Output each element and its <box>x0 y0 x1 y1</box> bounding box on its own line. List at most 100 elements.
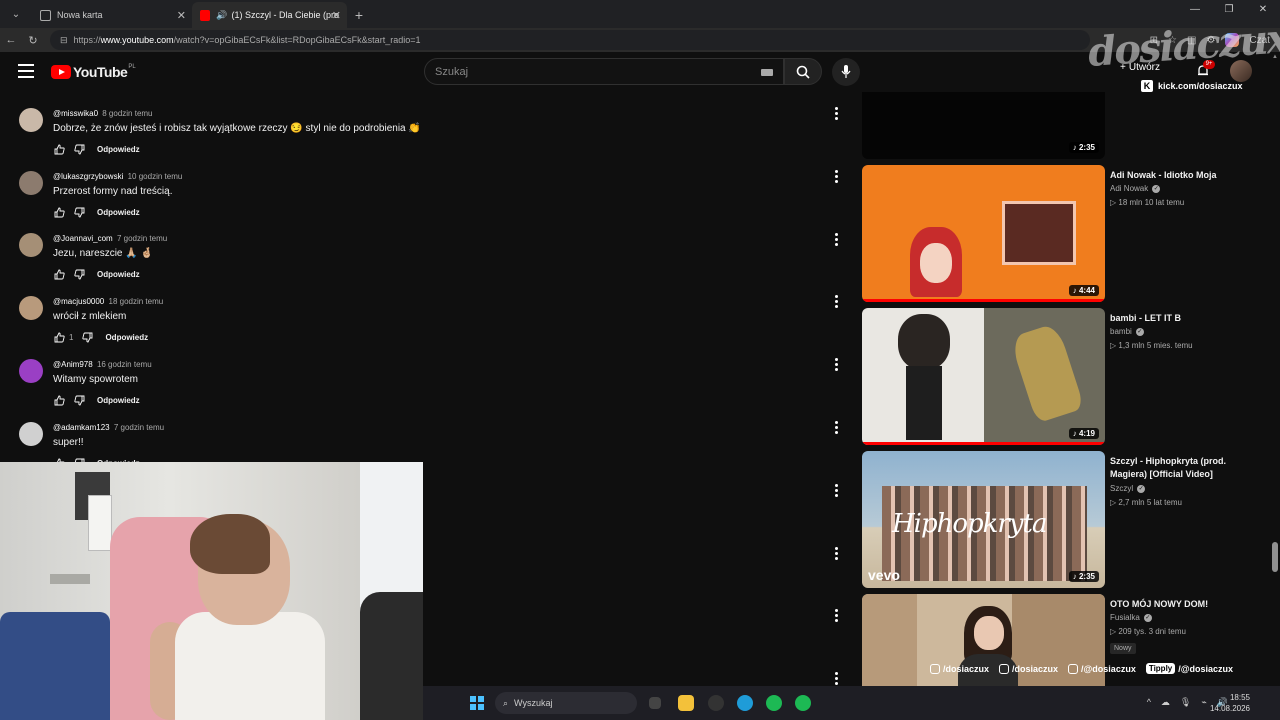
more-actions-icon[interactable] <box>835 295 839 310</box>
video-thumbnail[interactable]: ♪ 2:35 <box>862 92 1105 159</box>
dislike-icon[interactable] <box>73 268 85 280</box>
channel-name[interactable]: Adi Nowak ✓ <box>1110 184 1161 193</box>
more-actions-icon[interactable] <box>835 672 839 687</box>
commenter-avatar[interactable] <box>19 233 43 257</box>
like-icon[interactable] <box>53 331 65 343</box>
like-icon[interactable] <box>53 143 65 155</box>
youtube-logo[interactable]: YouTube PL <box>51 64 136 80</box>
channel-name[interactable]: Szczyl ✓ <box>1110 484 1146 493</box>
reply-button[interactable]: Odpowiedz <box>97 396 140 405</box>
restore-button[interactable]: ❐ <box>1212 4 1246 15</box>
tab-youtube[interactable]: 🔊 (1) Szczyl - Dla Ciebie (prod. ✕ <box>192 2 347 28</box>
close-window-button[interactable]: ✕ <box>1246 4 1280 15</box>
comment-author[interactable]: @Joannavi_com <box>53 234 113 243</box>
dislike-icon[interactable] <box>81 331 93 343</box>
video-title[interactable]: bambi - LET IT B <box>1110 312 1250 325</box>
sofa <box>0 612 110 720</box>
more-actions-icon[interactable] <box>835 107 839 122</box>
page-scrollbar[interactable]: ▲ <box>1270 52 1280 686</box>
refresh-button[interactable]: ↻ <box>22 34 44 47</box>
more-actions-icon[interactable] <box>835 358 839 373</box>
speaker-icon[interactable]: 🔊 <box>216 10 227 21</box>
chevron-up-icon[interactable]: ^ <box>1147 697 1151 708</box>
comment-time[interactable]: 8 godzin temu <box>102 109 152 118</box>
more-actions-icon[interactable] <box>835 421 839 436</box>
search-input[interactable] <box>435 65 735 78</box>
back-button[interactable]: ← <box>0 34 22 46</box>
comment-author[interactable]: @lukaszgrzybowski <box>53 172 123 181</box>
clock-time: 18:55 <box>1229 693 1250 702</box>
comment-time[interactable]: 16 godzin temu <box>97 360 152 369</box>
comment-meta: @macjus0000 18 godzin temu <box>53 297 163 306</box>
comment-actions: Odpowiedz <box>53 143 140 155</box>
commenter-avatar[interactable] <box>19 422 43 446</box>
more-actions-icon[interactable] <box>835 609 839 624</box>
reply-button[interactable]: Odpowiedz <box>97 208 140 217</box>
window-controls: — ❐ ✕ <box>1178 4 1280 15</box>
video-title[interactable]: Adi Nowak - Idiotko Moja <box>1110 169 1250 182</box>
site-info-icon[interactable]: ⊟ <box>60 35 68 46</box>
spotify-icon-2[interactable] <box>795 695 811 711</box>
video-thumbnail[interactable]: Hiphopkryta vevo ♪ 2:35 <box>862 451 1105 588</box>
commenter-avatar[interactable] <box>19 108 43 132</box>
menu-icon[interactable] <box>18 64 34 78</box>
close-tab-icon[interactable]: ✕ <box>177 9 186 22</box>
wall-poster <box>88 495 112 551</box>
keyboard-icon[interactable] <box>761 69 773 76</box>
comment-author[interactable]: @macjus0000 <box>53 297 104 306</box>
minimize-button[interactable]: — <box>1178 4 1212 15</box>
network-icon[interactable]: ⌁ <box>1201 697 1206 708</box>
close-tab-icon[interactable]: ✕ <box>332 9 341 22</box>
video-title[interactable]: Szczyl - Hiphopkryta (prod. Magiera) [Of… <box>1110 455 1250 481</box>
youtube-icon <box>1068 663 1079 674</box>
more-actions-icon[interactable] <box>835 170 839 185</box>
reply-button[interactable]: Odpowiedz <box>97 270 140 279</box>
file-explorer-icon[interactable] <box>678 695 694 711</box>
video-thumbnail[interactable]: ♪ 4:44 <box>862 165 1105 302</box>
reply-button[interactable]: Odpowiedz <box>105 333 148 342</box>
like-icon[interactable] <box>53 268 65 280</box>
verified-icon: ✓ <box>1135 327 1144 336</box>
channel-name[interactable]: Fusialka ✓ <box>1110 613 1152 622</box>
tab-title: (1) Szczyl - Dla Ciebie (prod. <box>231 10 340 20</box>
reply-button[interactable]: Odpowiedz <box>97 145 140 154</box>
dislike-icon[interactable] <box>73 394 85 406</box>
scroll-thumb[interactable] <box>1272 542 1278 572</box>
tab-actions-menu[interactable]: ⌄ <box>4 2 28 26</box>
comment-author[interactable]: @adamkam123 <box>53 423 110 432</box>
obs-icon[interactable] <box>708 695 724 711</box>
more-actions-icon[interactable] <box>835 484 839 499</box>
comment-author[interactable]: @Anim978 <box>53 360 93 369</box>
spotify-icon[interactable] <box>766 695 782 711</box>
commenter-avatar[interactable] <box>19 171 43 195</box>
verified-icon: ✓ <box>1143 613 1152 622</box>
cloud-icon[interactable]: ☁ <box>1161 697 1170 708</box>
more-actions-icon[interactable] <box>835 233 839 248</box>
comment-time[interactable]: 7 godzin temu <box>114 423 164 432</box>
tiktok-icon <box>999 663 1010 674</box>
start-button[interactable] <box>470 696 484 710</box>
more-actions-icon[interactable] <box>835 547 839 562</box>
video-thumbnail[interactable]: ♪ 4:19 <box>862 308 1105 445</box>
voice-search-button[interactable] <box>832 58 860 86</box>
task-view-icon[interactable] <box>649 697 661 709</box>
url-field[interactable]: ⊟ https://www.youtube.com/watch?v=opGiba… <box>50 30 1090 50</box>
like-icon[interactable] <box>53 394 65 406</box>
comment-text: Dobrze, że znów jesteś i robisz tak wyją… <box>53 123 421 134</box>
commenter-avatar[interactable] <box>19 359 43 383</box>
comment-author[interactable]: @misswika0 <box>53 109 98 118</box>
search-button[interactable] <box>784 58 822 85</box>
commenter-avatar[interactable] <box>19 296 43 320</box>
comment-time[interactable]: 10 godzin temu <box>128 172 183 181</box>
new-tab-button[interactable]: + <box>347 7 371 23</box>
edge-icon[interactable] <box>737 695 753 711</box>
tab-new[interactable]: Nowa karta ✕ <box>32 2 192 28</box>
microphone-icon[interactable]: 🎙 <box>1180 697 1191 708</box>
channel-name[interactable]: bambi ✓ <box>1110 327 1144 336</box>
comment-time[interactable]: 7 godzin temu <box>117 234 167 243</box>
clock[interactable]: 18:55 14.08.2026 <box>1210 692 1250 714</box>
comment-time[interactable]: 18 godzin temu <box>109 297 164 306</box>
taskbar-search[interactable]: ⌕ Wyszukaj <box>495 692 637 714</box>
video-title[interactable]: OTO MÓJ NOWY DOM! <box>1110 598 1250 611</box>
dislike-icon[interactable] <box>73 143 85 155</box>
